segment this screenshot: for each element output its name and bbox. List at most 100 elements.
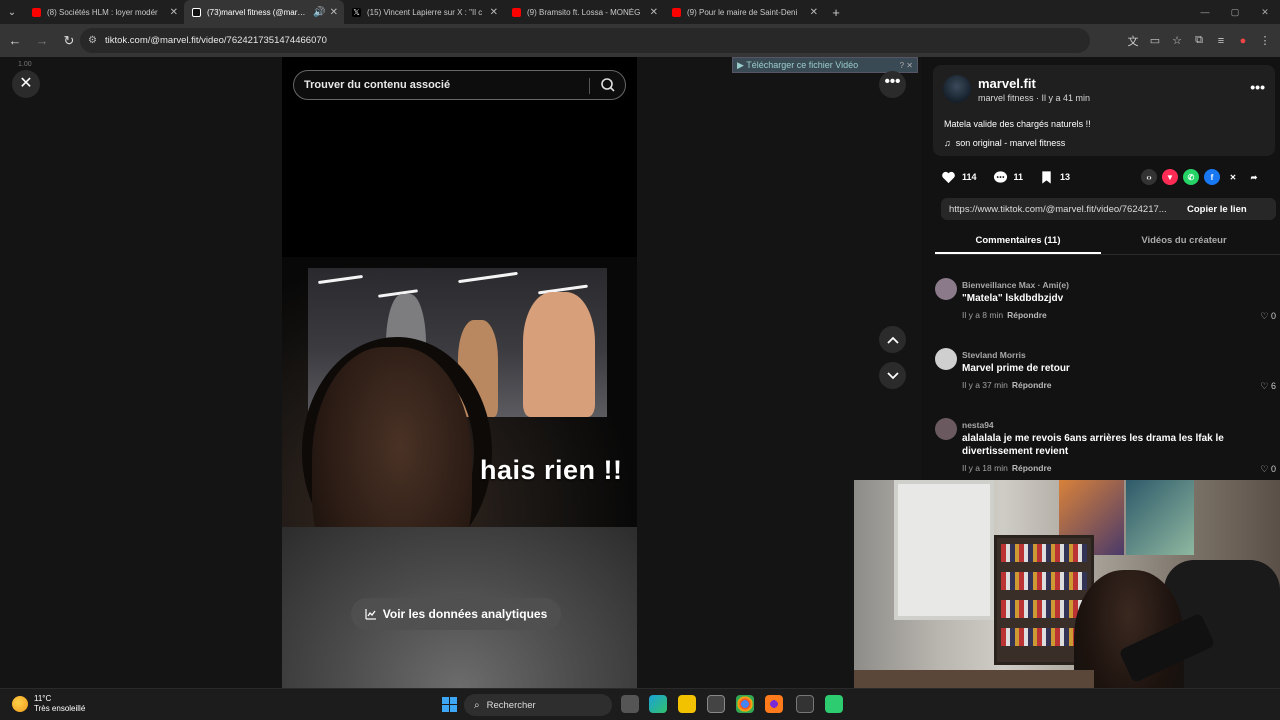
webcam-poster xyxy=(1126,480,1194,555)
send-to-friends-icon[interactable]: ▼ xyxy=(1162,169,1178,185)
close-tab-icon[interactable]: ✕ xyxy=(170,7,178,18)
app-icon[interactable] xyxy=(825,695,843,713)
previous-video-button[interactable] xyxy=(879,326,906,353)
close-video-button[interactable]: 1.00 ✕ xyxy=(12,61,40,98)
site-settings-icon[interactable]: ⚙ xyxy=(88,35,97,46)
extensions-icon[interactable]: ⧉ xyxy=(1188,34,1210,47)
reply-button[interactable]: Répondre xyxy=(1007,310,1047,320)
like-count: 114 xyxy=(962,172,977,182)
edge-icon[interactable] xyxy=(649,695,667,713)
whatsapp-icon[interactable]: ✆ xyxy=(1183,169,1199,185)
post-info-card: marvel.fit marvel fitness · Il y a 41 mi… xyxy=(933,65,1275,156)
save-button[interactable]: 13 xyxy=(1039,170,1070,185)
creator-username[interactable]: marvel.fit xyxy=(978,76,1036,91)
facebook-icon[interactable]: f xyxy=(1204,169,1220,185)
browser-tab[interactable]: (9) Pour le maire de Saint-Deni ✕ xyxy=(664,0,824,24)
creator-avatar[interactable] xyxy=(943,75,971,103)
url-text: tiktok.com/@marvel.fit/video/76242173514… xyxy=(104,35,327,46)
close-tab-icon[interactable]: ✕ xyxy=(490,7,498,18)
chevron-up-icon xyxy=(886,336,899,344)
video-link-url[interactable]: https://www.tiktok.com/@marvel.fit/video… xyxy=(949,204,1177,215)
forward-arrow-icon[interactable]: → xyxy=(30,33,54,48)
close-tab-icon[interactable]: ✕ xyxy=(650,7,658,18)
browser-tab[interactable]: (8) Sociétés HLM : loyer modér ✕ xyxy=(24,0,184,24)
x-share-icon[interactable]: ✕ xyxy=(1225,169,1241,185)
windows-start-icon[interactable] xyxy=(442,697,457,712)
new-tab-plus-icon[interactable]: + xyxy=(824,5,848,20)
browser-tab[interactable]: 𝕏 (15) Vincent Lapierre sur X : "Il c ✕ xyxy=(344,0,504,24)
video-overlay-text: hais rien !! xyxy=(480,455,623,485)
media-controls-icon[interactable]: ≡ xyxy=(1210,35,1232,47)
comment-like[interactable]: ♡ 6 xyxy=(1260,381,1276,392)
analytics-label: Voir les données analytiques xyxy=(382,607,548,621)
address-bar[interactable]: ⚙ tiktok.com/@marvel.fit/video/762421735… xyxy=(80,28,1090,53)
browser-tab-strip: ⌄ (8) Sociétés HLM : loyer modér ✕ (73)m… xyxy=(0,0,1280,24)
search-icon[interactable] xyxy=(600,77,616,93)
video-player[interactable]: hais rien !! Trouver du contenu associé … xyxy=(282,57,637,688)
close-window-icon[interactable]: ✕ xyxy=(1250,0,1280,24)
file-explorer-icon[interactable] xyxy=(678,695,696,713)
related-content-search[interactable]: Trouver du contenu associé xyxy=(293,70,626,100)
taskbar-search-label: Rechercher xyxy=(486,699,536,711)
close-tab-icon[interactable]: ✕ xyxy=(810,7,818,18)
firefox-icon[interactable] xyxy=(765,695,783,713)
comment-like-count: 0 xyxy=(1270,464,1276,474)
tab-list-chevron-icon[interactable]: ⌄ xyxy=(0,0,24,24)
commenter-name[interactable]: Bienveillance Max · Ami(e) xyxy=(962,280,1069,290)
commenter-name[interactable]: nesta94 xyxy=(962,420,994,430)
tab-comments[interactable]: Commentaires (11) xyxy=(935,231,1101,254)
taskbar-search[interactable]: ⌕ Rechercher xyxy=(464,694,612,716)
copy-link-button[interactable]: Copier le lien xyxy=(1187,204,1247,215)
menu-kebab-icon[interactable]: ⋮ xyxy=(1254,34,1276,47)
bookmark-star-icon[interactable]: ☆ xyxy=(1166,34,1188,47)
commenter-avatar[interactable] xyxy=(935,418,957,440)
video-link-box: https://www.tiktok.com/@marvel.fit/video… xyxy=(941,198,1276,220)
close-tab-icon[interactable]: ✕ xyxy=(330,7,338,18)
comment-like[interactable]: ♡ 0 xyxy=(1260,311,1276,322)
reply-button[interactable]: Répondre xyxy=(1012,463,1052,473)
browser-tab-active[interactable]: (73)marvel fitness (@marvel. 🔊 ✕ xyxy=(184,0,344,24)
toolbar-right-icons: 文 ▭ ☆ ⧉ ≡ ● ⋮ xyxy=(1122,24,1276,57)
comment-button[interactable]: 11 xyxy=(993,170,1023,185)
comment-item: Bienveillance Max · Ami(e) "Matela" lskd… xyxy=(935,278,1276,328)
browser-tab[interactable]: (9) Bramsito ft. Lossa - MONÉG ✕ xyxy=(504,0,664,24)
commenter-name[interactable]: Stevland Morris xyxy=(962,350,1026,360)
translate-icon[interactable]: 文 xyxy=(1122,33,1144,49)
share-arrow-icon[interactable]: ➦ xyxy=(1246,169,1262,185)
comment-item: nesta94 alalalala je me revois 6ans arri… xyxy=(935,418,1276,478)
back-arrow-icon[interactable]: ← xyxy=(3,33,27,48)
heart-icon xyxy=(942,171,955,183)
speaker-icon[interactable]: 🔊 xyxy=(313,7,325,18)
download-help[interactable]: ? ✕ xyxy=(900,61,913,70)
comment-like[interactable]: ♡ 0 xyxy=(1260,464,1276,475)
task-view-icon[interactable] xyxy=(621,695,639,713)
comment-meta: Il y a 37 min Répondre xyxy=(962,380,1052,390)
weather-temp: 11°C xyxy=(34,694,52,703)
view-analytics-button[interactable]: Voir les données analytiques xyxy=(351,598,561,630)
reload-icon[interactable]: ↻ xyxy=(57,33,81,49)
chrome-icon[interactable] xyxy=(736,695,754,713)
weather-desc: Très ensoleillé xyxy=(34,704,86,713)
embed-code-icon[interactable]: ‹› xyxy=(1141,169,1157,185)
capcut-icon[interactable] xyxy=(796,695,814,713)
profile-avatar-icon[interactable]: ● xyxy=(1232,35,1254,47)
minimize-icon[interactable]: — xyxy=(1190,0,1220,24)
store-icon[interactable] xyxy=(707,695,725,713)
commenter-avatar[interactable] xyxy=(935,348,957,370)
next-video-button[interactable] xyxy=(879,362,906,389)
commenter-avatar[interactable] xyxy=(935,278,957,300)
like-button[interactable]: 114 xyxy=(941,170,977,185)
maximize-icon[interactable]: ▢ xyxy=(1220,0,1250,24)
tab-creator-videos[interactable]: Vidéos du créateur xyxy=(1101,231,1267,254)
search-icon: ⌕ xyxy=(474,699,480,711)
browser-toolbar: ← → ↻ ⚙ tiktok.com/@marvel.fit/video/762… xyxy=(0,24,1280,57)
music-link[interactable]: ♫ son original - marvel fitness xyxy=(944,138,1065,148)
post-more-icon[interactable]: ••• xyxy=(1250,79,1265,95)
tab-title: (9) Pour le maire de Saint-Deni xyxy=(687,7,798,17)
reply-button[interactable]: Répondre xyxy=(1012,380,1052,390)
comment-text: alalalala je me revois 6ans arrières les… xyxy=(962,433,1224,457)
weather-widget[interactable]: 11°C Très ensoleillé xyxy=(12,694,85,714)
cast-icon[interactable]: ▭ xyxy=(1144,34,1166,47)
comment-meta: Il y a 8 min Répondre xyxy=(962,310,1047,320)
more-options-button[interactable]: ••• xyxy=(879,71,906,98)
